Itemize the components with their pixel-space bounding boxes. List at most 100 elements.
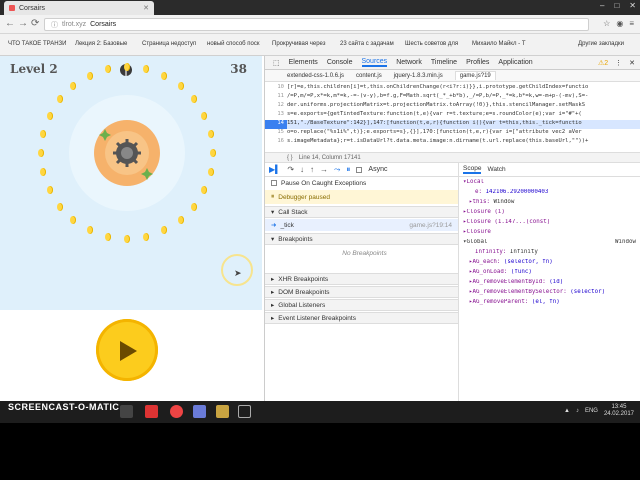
scope-entry[interactable]: ▸AG_removeElementById: (id) xyxy=(459,279,640,288)
devtools-tab-elements[interactable]: Elements xyxy=(289,59,318,66)
code-text: /=P,m/=P,x*=k,m*=k,-=-(v-y),b=f.g,F=Math… xyxy=(287,93,589,99)
volume-icon[interactable]: ♪ xyxy=(576,408,579,414)
scope-entry[interactable]: ▾Global Window xyxy=(459,239,640,248)
window-icon[interactable] xyxy=(238,405,251,418)
warning-icon[interactable]: ⚠2 xyxy=(598,59,608,67)
step-into-icon[interactable]: ↓ xyxy=(300,165,304,174)
line-number[interactable]: 15 xyxy=(265,129,287,138)
pause-exceptions-row[interactable]: Pause On Caught Exceptions xyxy=(265,177,458,189)
scope-entry[interactable]: ▸Closure (i) xyxy=(459,209,640,218)
bookmark-item[interactable]: Шесть советов для xyxy=(405,41,458,47)
bookmark-item[interactable]: Лекция 2: Базовые xyxy=(75,41,127,47)
pause-exceptions-label: Pause On Caught Exceptions xyxy=(281,179,367,187)
reload-icon[interactable]: ⟳ xyxy=(31,18,39,29)
scope-entry[interactable]: Infinity: Infinity xyxy=(459,249,640,258)
menu-icon[interactable]: ≡ xyxy=(629,19,634,28)
scope-entry[interactable]: ▸Closure (1.147...(const) xyxy=(459,219,640,228)
devtools-tab-network[interactable]: Network xyxy=(396,59,422,66)
sidebar-section[interactable]: ▸ DOM Breakpoints xyxy=(265,286,458,298)
code-line[interactable]: 14 151,"./BaseTexture":142}],147:[functio… xyxy=(265,120,640,129)
line-number[interactable]: 14 xyxy=(265,120,287,129)
scope-entry[interactable]: ▸AG_each: (selector, fn) xyxy=(459,259,640,268)
step-over-icon[interactable]: ↷ xyxy=(287,165,294,174)
bookmark-item[interactable]: Прокручивая через xyxy=(272,41,326,47)
bookmark-item[interactable]: Страница недоступ xyxy=(142,41,196,47)
app-icon[interactable] xyxy=(145,405,158,418)
scope-entry[interactable]: ▸AG_onLoad: (func) xyxy=(459,269,640,278)
minimize-icon[interactable]: – xyxy=(600,1,604,10)
devtools-tab-profiles[interactable]: Profiles xyxy=(466,59,489,66)
close-window-icon[interactable]: ✕ xyxy=(629,1,636,10)
network-icon[interactable]: ▲ xyxy=(564,408,570,414)
bookmark-item[interactable]: Михаило Майкл - Т xyxy=(472,41,526,47)
breakpoints-header[interactable]: ▾ Breakpoints xyxy=(265,233,458,245)
sidebar-section[interactable]: ▸ Global Listeners xyxy=(265,299,458,311)
devtools-tab-sources[interactable]: Sources xyxy=(361,58,388,67)
scope-entry[interactable]: ▸AG_removeElementBySelector: (selector) xyxy=(459,289,640,298)
line-number[interactable]: 13 xyxy=(265,111,287,120)
call-stack-header[interactable]: ▾ Call Stack xyxy=(265,206,458,218)
inspect-icon[interactable]: ⬚ xyxy=(273,59,280,67)
deactivate-breakpoints-icon[interactable]: ⤳ xyxy=(334,165,340,175)
game-canvas[interactable]: Level 2 38 ➤ xyxy=(0,56,262,401)
code-line[interactable]: 16 s.imageMetadata};r=t.isDataUrl?t.data.… xyxy=(265,138,640,147)
resume-icon[interactable]: ▶▍ xyxy=(269,165,281,174)
media-player-icon[interactable] xyxy=(216,405,229,418)
bookmark-item[interactable]: 23 сайта с задачам xyxy=(340,41,394,47)
call-frame-row[interactable]: ➜ _tick game.js?19:14 xyxy=(265,219,458,231)
line-number[interactable]: 11 xyxy=(265,93,287,102)
sidebar-section[interactable]: ▸ Event Listener Breakpoints xyxy=(265,312,458,324)
close-devtools-icon[interactable]: ✕ xyxy=(629,59,635,67)
code-line[interactable]: 10 [r]=e,this.children[i]=t,this.onChildr… xyxy=(265,84,640,93)
source-file-tab[interactable]: game.js?19 xyxy=(454,71,496,80)
address-bar[interactable]: ⓘ tlrot.xyz Corsairs xyxy=(44,18,589,31)
devtools-tab-timeline[interactable]: Timeline xyxy=(431,59,457,66)
browser-tab[interactable]: Corsairs ✕ xyxy=(4,1,154,15)
yandex-browser-icon[interactable] xyxy=(170,405,183,418)
browser-toolbar: ← → ⟳ ⓘ tlrot.xyz Corsairs ☆ ◉ ≡ xyxy=(0,15,640,34)
source-file-tab[interactable]: extended-css-1.0.6.js xyxy=(287,73,344,79)
devtools-tab-application[interactable]: Application xyxy=(498,59,532,66)
step-out-icon[interactable]: ↑ xyxy=(310,165,314,174)
scope-tab-watch[interactable]: Watch xyxy=(487,166,505,173)
scope-entry[interactable]: e: 142106.29200000403 xyxy=(459,189,640,198)
line-number[interactable]: 10 xyxy=(265,84,287,93)
extension-icon[interactable]: ◉ xyxy=(616,19,623,28)
maximize-icon[interactable]: □ xyxy=(614,1,619,10)
scope-tab-scope[interactable]: Scope xyxy=(463,165,482,174)
bookmark-item[interactable]: ЧТО ТАКОЕ ТРАНЗИ xyxy=(8,41,67,47)
bookmark-item[interactable]: новый способ поск xyxy=(207,41,259,47)
line-number[interactable]: 12 xyxy=(265,102,287,111)
source-file-tab[interactable]: content.js xyxy=(356,73,382,79)
code-line[interactable]: 15 o=o.replace("%s1i%",t)};e.exports=s},{… xyxy=(265,129,640,138)
devtools-tab-console[interactable]: Console xyxy=(327,59,353,66)
app-icon[interactable] xyxy=(193,405,206,418)
code-line[interactable]: 13 s=e.exports={getTintedTexture:function… xyxy=(265,111,640,120)
line-number[interactable]: 16 xyxy=(265,138,287,147)
source-file-tab[interactable]: jquery-1.8.3.min.js xyxy=(394,73,443,79)
braces-icon[interactable]: { } xyxy=(287,155,293,161)
code-editor[interactable]: 10 [r]=e,this.children[i]=t,this.onChildr… xyxy=(265,82,640,152)
step-icon[interactable]: → xyxy=(320,165,328,174)
scope-entry[interactable]: ▾Local xyxy=(459,179,640,188)
bookmark-item[interactable]: Другие закладки xyxy=(578,41,624,47)
star-icon[interactable]: ☆ xyxy=(603,19,610,28)
async-checkbox[interactable] xyxy=(356,166,363,173)
back-icon[interactable]: ← xyxy=(5,18,15,29)
pause-exceptions-icon[interactable]: ⏸ xyxy=(346,165,350,175)
more-icon[interactable]: ⋮ xyxy=(615,59,622,67)
pause-exceptions-checkbox[interactable] xyxy=(271,180,277,186)
code-line[interactable]: 11/=P,m/=P,x*=k,m*=k,-=-(v-y),b=f.g,F=Ma… xyxy=(265,93,640,102)
scope-entry[interactable]: ▸Closure xyxy=(459,229,640,238)
scope-entry[interactable]: ▸this: Window xyxy=(459,199,640,208)
forward-icon[interactable]: → xyxy=(18,18,28,29)
scope-entry[interactable]: ▸AG_removeParent: (el, fn) xyxy=(459,299,640,308)
window-controls: – □ ✕ xyxy=(600,1,636,10)
tab-close-icon[interactable]: ✕ xyxy=(143,4,149,12)
collapsed-icon: ▸ xyxy=(271,276,275,283)
code-line[interactable]: 12 der.uniforms.projectionMatrix=t.projec… xyxy=(265,102,640,111)
sidebar-section[interactable]: ▸ XHR Breakpoints xyxy=(265,273,458,285)
file-explorer-icon[interactable] xyxy=(120,405,133,418)
language-indicator[interactable]: ENG xyxy=(585,408,598,414)
clock[interactable]: 13:45 24.02.2017 xyxy=(604,404,634,418)
